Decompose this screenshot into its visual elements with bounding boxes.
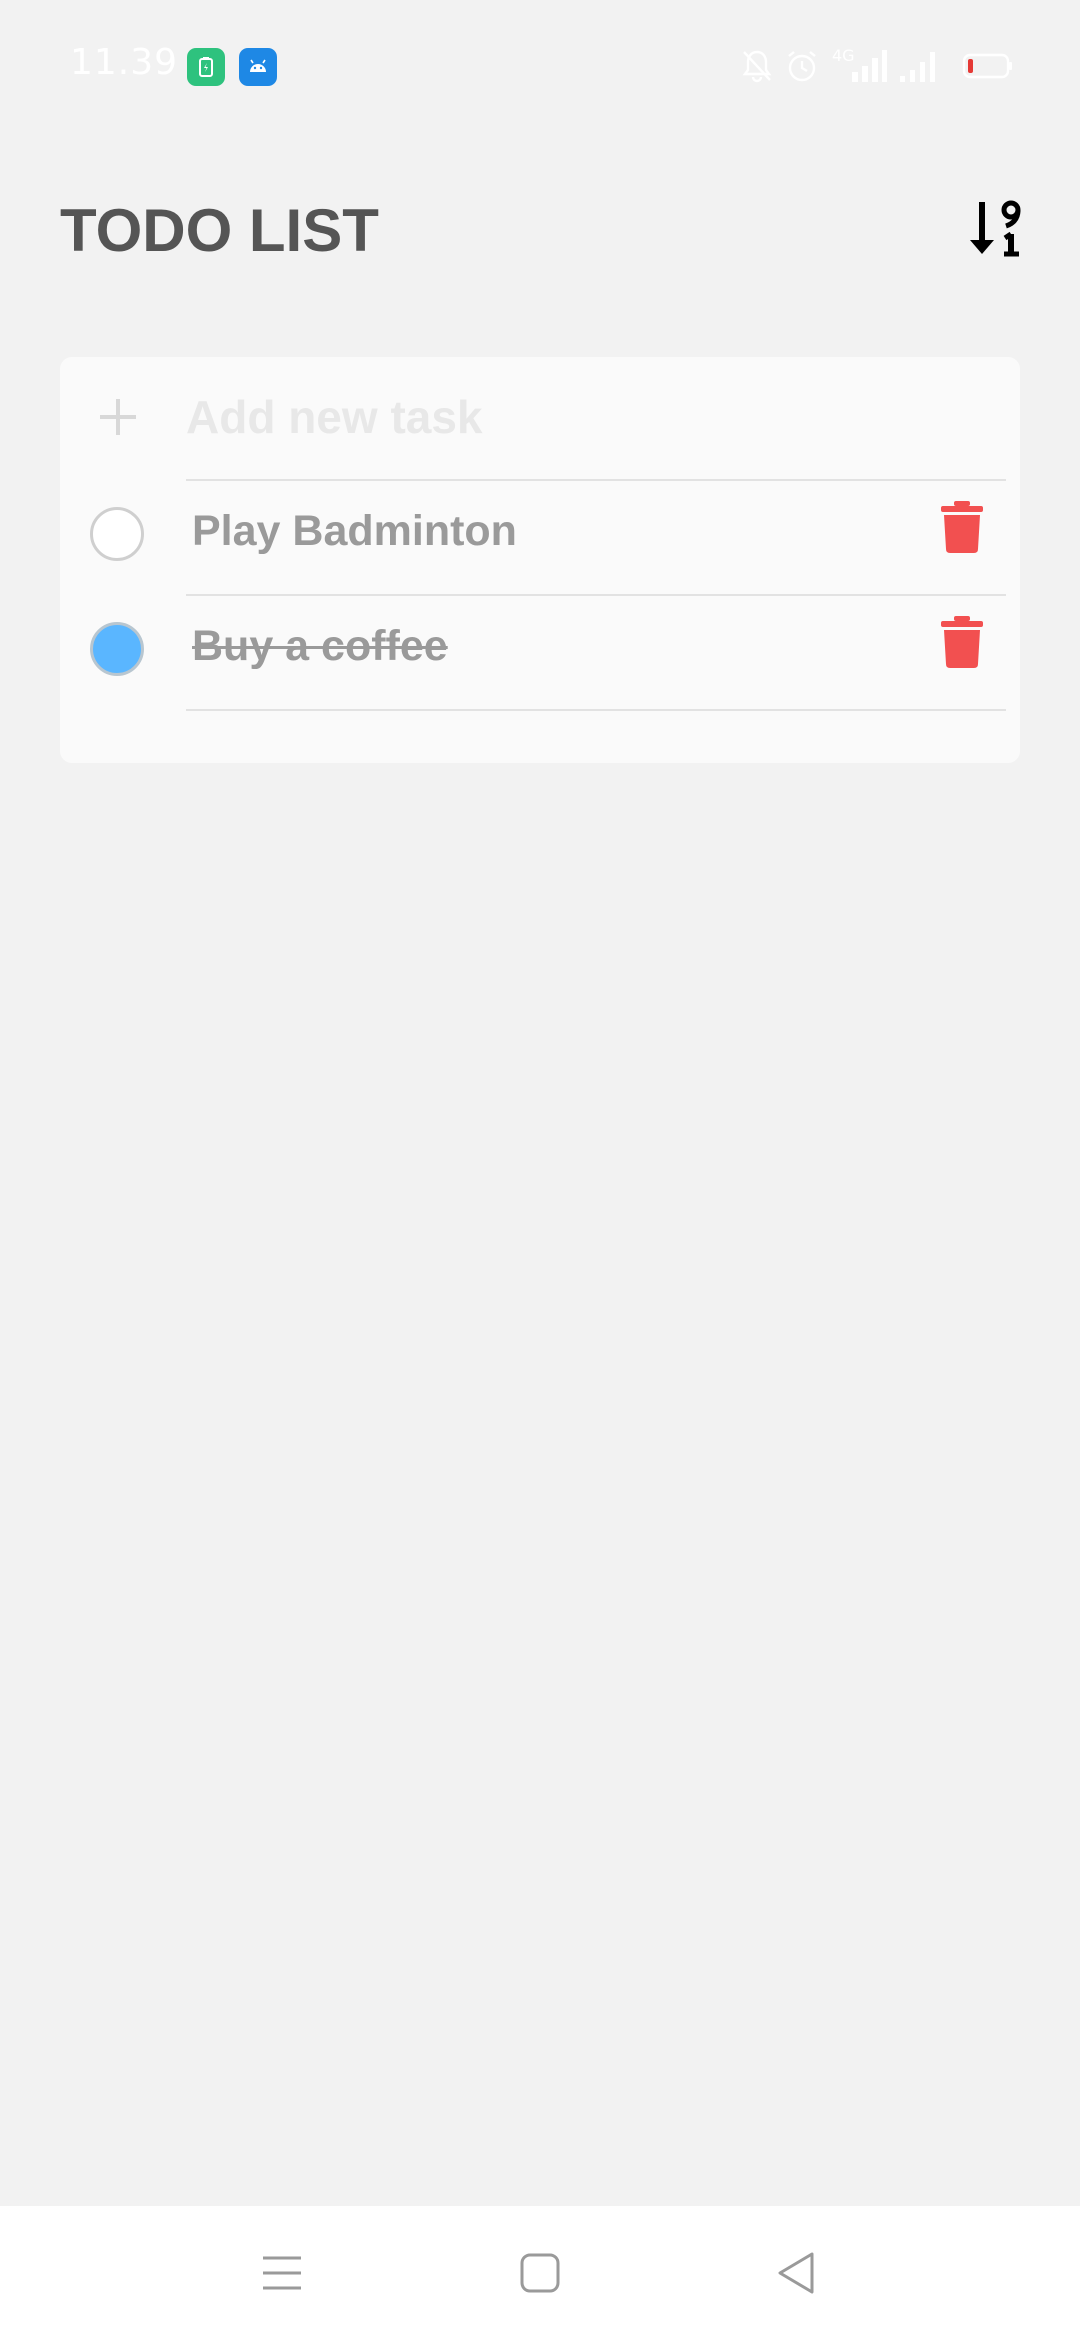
signal-icon: [852, 50, 887, 82]
divider: [186, 709, 1006, 711]
status-time: 11.39: [70, 42, 179, 83]
task-checkbox[interactable]: [90, 507, 144, 561]
sort-button[interactable]: [964, 196, 1028, 260]
android-app-icon: [239, 48, 277, 86]
sort-numeric-icon: [970, 200, 1021, 257]
status-bar: 11.39 4G: [0, 0, 1080, 132]
battery-icon: [962, 53, 1012, 79]
battery-app-icon: [187, 48, 225, 86]
navigation-bar: [0, 2206, 1080, 2340]
menu-button[interactable]: [255, 2246, 309, 2300]
trash-icon: [941, 501, 983, 553]
home-button[interactable]: [513, 2246, 567, 2300]
task-label[interactable]: Buy a coffee: [192, 622, 448, 671]
back-button[interactable]: [770, 2246, 824, 2300]
trash-icon: [941, 616, 983, 668]
task-label[interactable]: Play Badminton: [192, 507, 517, 556]
alarm-icon: [788, 51, 816, 82]
add-task-row: [60, 357, 1020, 481]
task-checkbox-checked[interactable]: [90, 622, 144, 676]
home-icon: [520, 2253, 560, 2293]
todo-card: Play Badminton Buy a coffee: [60, 357, 1020, 763]
task-row: Buy a coffee: [60, 596, 1020, 712]
delete-button[interactable]: [940, 616, 984, 668]
page-title: TODO LIST: [60, 197, 379, 264]
task-row: Play Badminton: [60, 481, 1020, 597]
signal-icon: [900, 52, 935, 82]
menu-icon: [263, 2256, 301, 2290]
delete-button[interactable]: [940, 501, 984, 553]
add-task-input[interactable]: [186, 387, 1006, 447]
back-icon: [778, 2252, 814, 2294]
bell-off-icon: [742, 50, 772, 83]
plus-icon[interactable]: [98, 397, 138, 437]
